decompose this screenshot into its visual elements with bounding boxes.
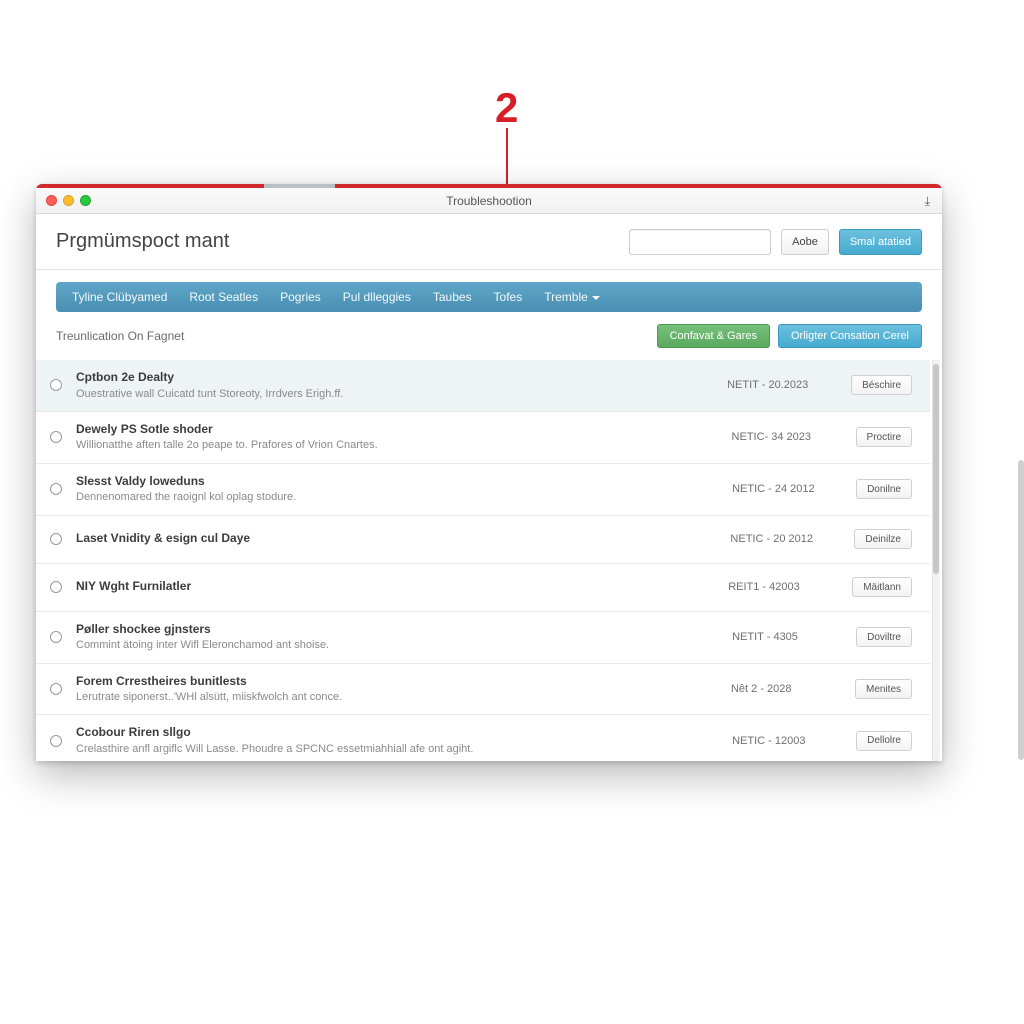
tab-tofes[interactable]: Tofes (494, 290, 523, 304)
tab-tremble[interactable]: Tremble (544, 290, 600, 304)
row-title: Slesst Valdy loweduns (76, 474, 718, 490)
orligter-button[interactable]: Orligter Consation Cerel (778, 324, 922, 348)
row-action: Proctire (856, 427, 912, 447)
row-content: Forem Crrestheires bunitlestsLerutrate s… (76, 674, 717, 705)
row-subtitle: Lerutrate siponerst..'WHl alsütt, miiskf… (76, 690, 717, 704)
row-radio[interactable] (50, 683, 62, 695)
tab-bar: Tyline Clübyamed Root Seatles Pogries Pu… (56, 282, 922, 312)
row-content: Laset Vnidity & esign cul Daye (76, 531, 716, 547)
app-window: Troubleshootion ⤓ Prgmümspoct mant Aobe … (36, 184, 942, 761)
page-scrollbar-thumb[interactable] (1018, 460, 1024, 760)
window-title: Troubleshootion (446, 194, 532, 208)
list-row: Laset Vnidity & esign cul Daye NETIC - 20… (36, 516, 930, 564)
row-action: Deinilze (854, 529, 912, 549)
row-subtitle: Willionatthe aften talle 2o peape to. Pr… (76, 438, 718, 452)
list-row: Forem Crrestheires bunitlestsLerutrate s… (36, 664, 930, 716)
section-title: Treunlication On Fagnet (56, 329, 184, 343)
row-content: Dewely PS Sotle shoderWillionatthe aften… (76, 422, 718, 453)
list-row: Pøller shockee gjnstersCommint ätoing in… (36, 612, 930, 664)
row-title: Pøller shockee gjnsters (76, 622, 718, 638)
row-date: NETIC - 20 2012 (730, 533, 840, 545)
row-title: Laset Vnidity & esign cul Daye (76, 531, 716, 547)
row-radio[interactable] (50, 581, 62, 593)
row-action-button[interactable]: Donilne (856, 479, 912, 499)
row-action-button[interactable]: Béschire (851, 375, 912, 395)
row-title: Dewely PS Sotle shoder (76, 422, 718, 438)
row-radio[interactable] (50, 379, 62, 391)
minimize-icon[interactable] (63, 195, 74, 206)
row-action-button[interactable]: Deinilze (854, 529, 912, 549)
row-date: NETIT - 20.2023 (727, 379, 837, 391)
row-radio[interactable] (50, 735, 62, 747)
list-row: Dewely PS Sotle shoderWillionatthe aften… (36, 412, 930, 464)
row-title: Ccobour Riren sllgo (76, 725, 718, 741)
row-radio[interactable] (50, 431, 62, 443)
row-content: Ccobour Riren sllgoCrelasthire anfl argi… (76, 725, 718, 756)
row-title: Cptbon 2e Dealty (76, 370, 713, 386)
row-action-button[interactable]: Doviltre (856, 627, 912, 647)
zoom-icon[interactable] (80, 195, 91, 206)
window-titlebar: Troubleshootion ⤓ (36, 188, 942, 214)
row-title: NIY Wght Furnilatler (76, 579, 714, 595)
annotation-line (506, 128, 508, 186)
tab-pogries[interactable]: Pogries (280, 290, 321, 304)
row-action-button[interactable]: Proctire (856, 427, 912, 447)
row-date: NETIT - 4305 (732, 631, 842, 643)
search-input[interactable] (629, 229, 771, 255)
list-area: Cptbon 2e DealtyOuestrative wall Cuicatd… (36, 360, 942, 761)
confavat-button[interactable]: Confavat & Gares (657, 324, 770, 348)
list-row: Ccobour Riren sllgoCrelasthire anfl argi… (36, 715, 930, 761)
row-content: Cptbon 2e DealtyOuestrative wall Cuicatd… (76, 370, 713, 401)
row-subtitle: Commint ätoing inter Wifl Eleronchamod a… (76, 638, 718, 652)
list-scrollpane: Cptbon 2e DealtyOuestrative wall Cuicatd… (36, 360, 930, 761)
row-action-button[interactable]: Dellolre (856, 731, 912, 751)
sub-header: Treunlication On Fagnet Confavat & Gares… (36, 312, 942, 358)
row-action: Dellolre (856, 731, 912, 751)
row-date: NETIC - 24 2012 (732, 483, 842, 495)
row-action: Mäitlann (852, 577, 912, 597)
row-subtitle: Crelasthire anfl argiflc Will Lasse. Pho… (76, 742, 718, 756)
window-traffic-lights (46, 195, 91, 206)
row-action-button[interactable]: Menites (855, 679, 912, 699)
row-content: Slesst Valdy lowedunsDennenomared the ra… (76, 474, 718, 505)
aobe-button[interactable]: Aobe (781, 229, 829, 255)
row-radio[interactable] (50, 631, 62, 643)
row-radio[interactable] (50, 533, 62, 545)
row-date: REIT1 - 42003 (728, 581, 838, 593)
close-icon[interactable] (46, 195, 57, 206)
row-action: Doviltre (856, 627, 912, 647)
row-subtitle: Ouestrative wall Cuicatd tunt Storeoty, … (76, 387, 713, 401)
tab-taubes[interactable]: Taubes (433, 290, 472, 304)
row-title: Forem Crrestheires bunitlests (76, 674, 717, 690)
list-row: NIY Wght Furnilatler REIT1 - 42003 Mäitlan… (36, 564, 930, 612)
annotation-number: 2 (495, 84, 518, 132)
row-action: Donilne (856, 479, 912, 499)
row-action-button[interactable]: Mäitlann (852, 577, 912, 597)
row-radio[interactable] (50, 483, 62, 495)
list-row: Cptbon 2e DealtyOuestrative wall Cuicatd… (36, 360, 930, 412)
row-content: Pøller shockee gjnstersCommint ätoing in… (76, 622, 718, 653)
page-header: Prgmümspoct mant Aobe Smal atatied (36, 214, 942, 270)
tab-tyline[interactable]: Tyline Clübyamed (72, 290, 167, 304)
row-content: NIY Wght Furnilatler (76, 579, 714, 595)
row-date: NETIC- 34 2023 (732, 431, 842, 443)
scrollbar-thumb[interactable] (933, 364, 939, 574)
list-row: Slesst Valdy lowedunsDennenomared the ra… (36, 464, 930, 516)
page-title: Prgmümspoct mant (56, 230, 229, 253)
tab-pul[interactable]: Pul dlleggies (343, 290, 411, 304)
row-action: Béschire (851, 375, 912, 395)
smal-atatied-button[interactable]: Smal atatied (839, 229, 922, 255)
row-date: NETIC - 12003 (732, 735, 842, 747)
vertical-scrollbar[interactable] (932, 360, 940, 761)
row-action: Menites (855, 679, 912, 699)
tab-root[interactable]: Root Seatles (189, 290, 258, 304)
row-date: Nêt 2 - 2028 (731, 683, 841, 695)
download-icon[interactable]: ⤓ (925, 194, 930, 209)
row-subtitle: Dennenomared the raoignl kol oplag stodu… (76, 490, 718, 504)
